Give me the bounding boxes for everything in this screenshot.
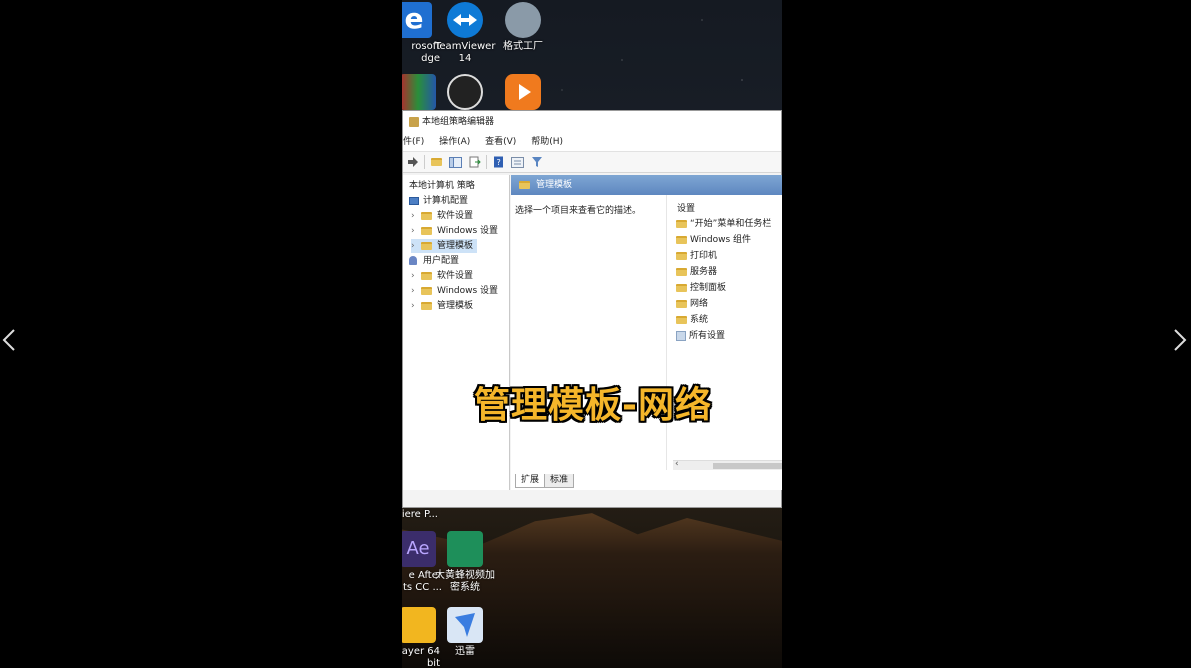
next-button[interactable] xyxy=(1165,322,1189,358)
folder-icon xyxy=(421,226,432,235)
screenshot-frame: e rosoft dge TeamViewer 14 格式工厂 本地组策略编辑器… xyxy=(402,0,782,668)
properties-button[interactable] xyxy=(510,155,525,170)
filter-button[interactable] xyxy=(529,155,544,170)
folder-icon xyxy=(519,180,530,189)
folder-icon xyxy=(421,241,432,250)
tree-item-software-settings[interactable]: › 软件设置 xyxy=(411,209,473,223)
column-header-setting[interactable]: 设置 xyxy=(677,201,695,214)
group-policy-editor-window: 本地组策略编辑器 件(F) 操作(A) 查看(V) 帮助(H) ? 本地计算机 … xyxy=(402,110,782,508)
folder-icon xyxy=(676,315,687,324)
chevron-left-icon xyxy=(2,329,15,351)
menu-view[interactable]: 查看(V) xyxy=(485,137,516,147)
tree-user-config[interactable]: 用户配置 xyxy=(409,254,459,268)
desktop-icon-premiere[interactable]: iere P... xyxy=(402,506,438,521)
video-encrypt-icon xyxy=(447,531,483,567)
desktop-icon-video-encrypt[interactable]: 大黄蜂视频加 密系统 xyxy=(435,531,495,594)
up-folder-button[interactable] xyxy=(429,155,444,170)
list-item-printers[interactable]: 打印机 xyxy=(676,250,717,262)
edge-icon: e xyxy=(402,2,432,38)
desktop-icon-obs[interactable] xyxy=(435,74,495,110)
desktop-icon-teamviewer[interactable]: TeamViewer 14 xyxy=(435,2,495,65)
details-header: 管理模板 xyxy=(511,175,782,195)
folder-icon xyxy=(676,299,687,308)
export-list-button[interactable] xyxy=(467,155,482,170)
help-book-icon: ? xyxy=(494,156,503,168)
list-item-control-panel[interactable]: 控制面板 xyxy=(676,282,726,294)
folder-up-icon xyxy=(431,158,442,166)
window-titlebar: 本地组策略编辑器 xyxy=(403,111,781,133)
folder-icon xyxy=(421,286,432,295)
chevron-right-icon[interactable]: › xyxy=(411,209,421,223)
export-icon xyxy=(469,156,481,168)
chevron-right-icon[interactable]: › xyxy=(411,224,421,238)
chevron-right-icon xyxy=(1174,329,1187,351)
arrow-right-icon xyxy=(407,157,418,167)
tree-item-windows-settings[interactable]: › Windows 设置 xyxy=(411,224,498,238)
tree-computer-config[interactable]: 计算机配置 xyxy=(409,194,468,208)
scrollbar-thumb[interactable] xyxy=(713,463,782,469)
previous-button[interactable] xyxy=(0,322,24,358)
forward-button[interactable] xyxy=(405,155,420,170)
list-item-windows-components[interactable]: Windows 组件 xyxy=(676,234,751,246)
tree-root[interactable]: 本地计算机 策略 xyxy=(409,179,475,193)
list-item-start-menu[interactable]: “开始”菜单和任务栏 xyxy=(676,218,771,230)
folder-icon xyxy=(676,283,687,292)
horizontal-scrollbar[interactable]: ‹ xyxy=(673,459,782,470)
folder-icon xyxy=(421,301,432,310)
folder-icon xyxy=(421,271,432,280)
description-text: 选择一个项目来查看它的描述。 xyxy=(515,206,642,216)
list-item-all-settings[interactable]: 所有设置 xyxy=(676,330,725,342)
video-caption: 管理模板-网络 xyxy=(474,385,712,426)
format-factory-icon xyxy=(505,2,541,38)
view-tabs: 扩展 标准 xyxy=(515,474,575,488)
details-pane: 管理模板 选择一个项目来查看它的描述。 设置 “开始”菜单和任务栏 Window… xyxy=(511,175,782,490)
list-item-system[interactable]: 系统 xyxy=(676,314,708,326)
menu-help[interactable]: 帮助(H) xyxy=(531,137,563,147)
console-tree-icon xyxy=(449,156,462,168)
tree-item-user-software-settings[interactable]: › 软件设置 xyxy=(411,269,473,283)
console-tree: 本地计算机 策略 计算机配置 › 软件设置 › Windows 设置 › 管理模板 用… xyxy=(403,175,510,490)
list-item-network[interactable]: 网络 xyxy=(676,298,708,310)
after-effects-icon: Ae xyxy=(402,531,436,567)
teamviewer-icon xyxy=(447,2,483,38)
menu-bar: 件(F) 操作(A) 查看(V) 帮助(H) xyxy=(403,133,781,151)
tab-extended[interactable]: 扩展 xyxy=(515,474,546,488)
folder-icon xyxy=(676,235,687,244)
folder-icon xyxy=(676,251,687,260)
desktop-icon-xunlei[interactable]: 迅雷 xyxy=(435,607,495,658)
toolbar: ? xyxy=(403,151,781,173)
folder-icon xyxy=(421,211,432,220)
menu-action[interactable]: 操作(A) xyxy=(439,137,470,147)
potplayer-icon xyxy=(402,607,436,643)
properties-icon xyxy=(511,156,524,168)
obs-icon xyxy=(447,74,483,110)
help-button[interactable]: ? xyxy=(491,155,506,170)
desktop-icon-format-factory[interactable]: 格式工厂 xyxy=(493,2,553,53)
computer-icon xyxy=(409,196,419,205)
settings-page-icon xyxy=(676,330,686,341)
chevron-right-icon[interactable]: › xyxy=(411,239,421,253)
xunlei-icon xyxy=(447,607,483,643)
chevron-right-icon[interactable]: › xyxy=(411,299,421,313)
folder-icon xyxy=(676,267,687,276)
winrar-icon xyxy=(402,74,436,110)
window-title: 本地组策略编辑器 xyxy=(422,117,495,127)
show-hide-tree-button[interactable] xyxy=(448,155,463,170)
policy-app-icon xyxy=(409,116,419,127)
tab-standard[interactable]: 标准 xyxy=(544,474,575,488)
video-player-icon xyxy=(505,74,541,110)
user-icon xyxy=(409,256,417,265)
chevron-right-icon[interactable]: › xyxy=(411,284,421,298)
tree-item-user-windows-settings[interactable]: › Windows 设置 xyxy=(411,284,498,298)
menu-file[interactable]: 件(F) xyxy=(403,137,424,147)
desktop-icon-video-player[interactable] xyxy=(493,74,553,110)
tree-item-admin-templates[interactable]: › 管理模板 xyxy=(411,239,478,253)
filter-icon xyxy=(531,157,542,167)
tree-item-user-admin-templates[interactable]: › 管理模板 xyxy=(411,299,473,313)
chevron-right-icon[interactable]: › xyxy=(411,269,421,283)
svg-text:?: ? xyxy=(497,158,501,167)
list-item-server[interactable]: 服务器 xyxy=(676,266,717,278)
folder-icon xyxy=(676,219,687,228)
scroll-left-icon[interactable]: ‹ xyxy=(675,459,679,469)
